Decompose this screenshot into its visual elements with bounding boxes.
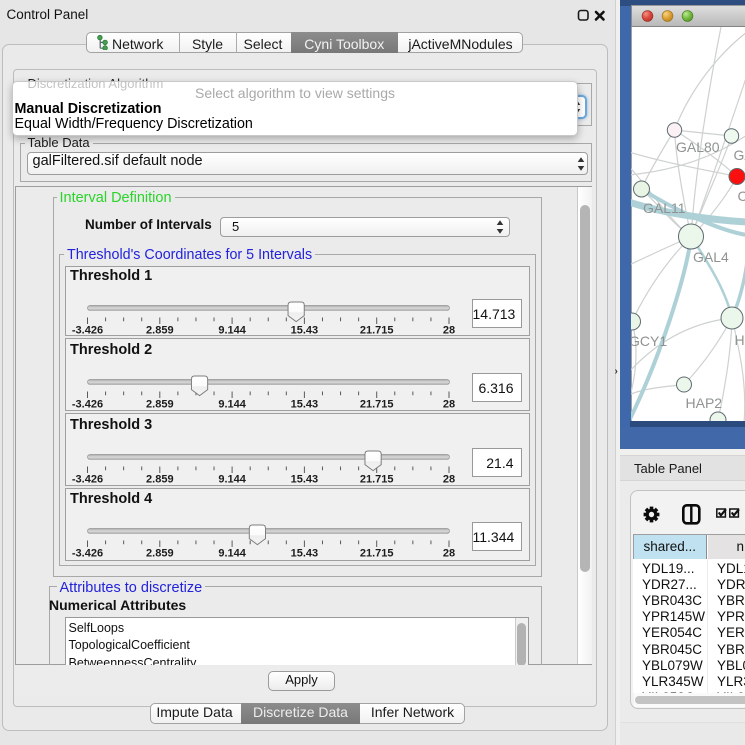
svg-text:GAL80: GAL80 (676, 139, 720, 155)
svg-text:H: H (735, 332, 745, 348)
svg-text:28: 28 (442, 548, 454, 560)
svg-text:21.715: 21.715 (359, 398, 393, 410)
svg-text:GCY1: GCY1 (631, 333, 667, 349)
svg-text:9.144: 9.144 (218, 548, 246, 560)
svg-text:2.859: 2.859 (146, 325, 174, 337)
svg-text:9.144: 9.144 (218, 398, 246, 410)
svg-text:-3.426: -3.426 (71, 548, 102, 560)
svg-text:-3.426: -3.426 (71, 473, 102, 485)
svg-text:15.43: 15.43 (290, 325, 318, 337)
svg-text:C: C (738, 188, 745, 204)
svg-text:2.859: 2.859 (146, 398, 174, 410)
svg-text:GAL4: GAL4 (693, 249, 729, 265)
svg-text:15.43: 15.43 (290, 548, 318, 560)
svg-text:HAP2: HAP2 (686, 395, 723, 411)
svg-text:2.859: 2.859 (146, 548, 174, 560)
svg-text:28: 28 (442, 473, 454, 485)
svg-text:-3.426: -3.426 (71, 325, 102, 337)
svg-text:15.43: 15.43 (290, 398, 318, 410)
svg-text:GA: GA (734, 147, 745, 163)
svg-text:21.715: 21.715 (359, 325, 393, 337)
svg-text:GAL11: GAL11 (643, 200, 686, 216)
svg-text:2.859: 2.859 (146, 473, 174, 485)
svg-text:-3.426: -3.426 (71, 398, 102, 410)
svg-text:28: 28 (442, 325, 454, 337)
svg-text:15.43: 15.43 (290, 473, 318, 485)
svg-text:9.144: 9.144 (218, 473, 246, 485)
svg-text:21.715: 21.715 (359, 548, 393, 560)
svg-text:9.144: 9.144 (218, 325, 246, 337)
svg-text:21.715: 21.715 (359, 473, 393, 485)
svg-text:28: 28 (442, 398, 454, 410)
